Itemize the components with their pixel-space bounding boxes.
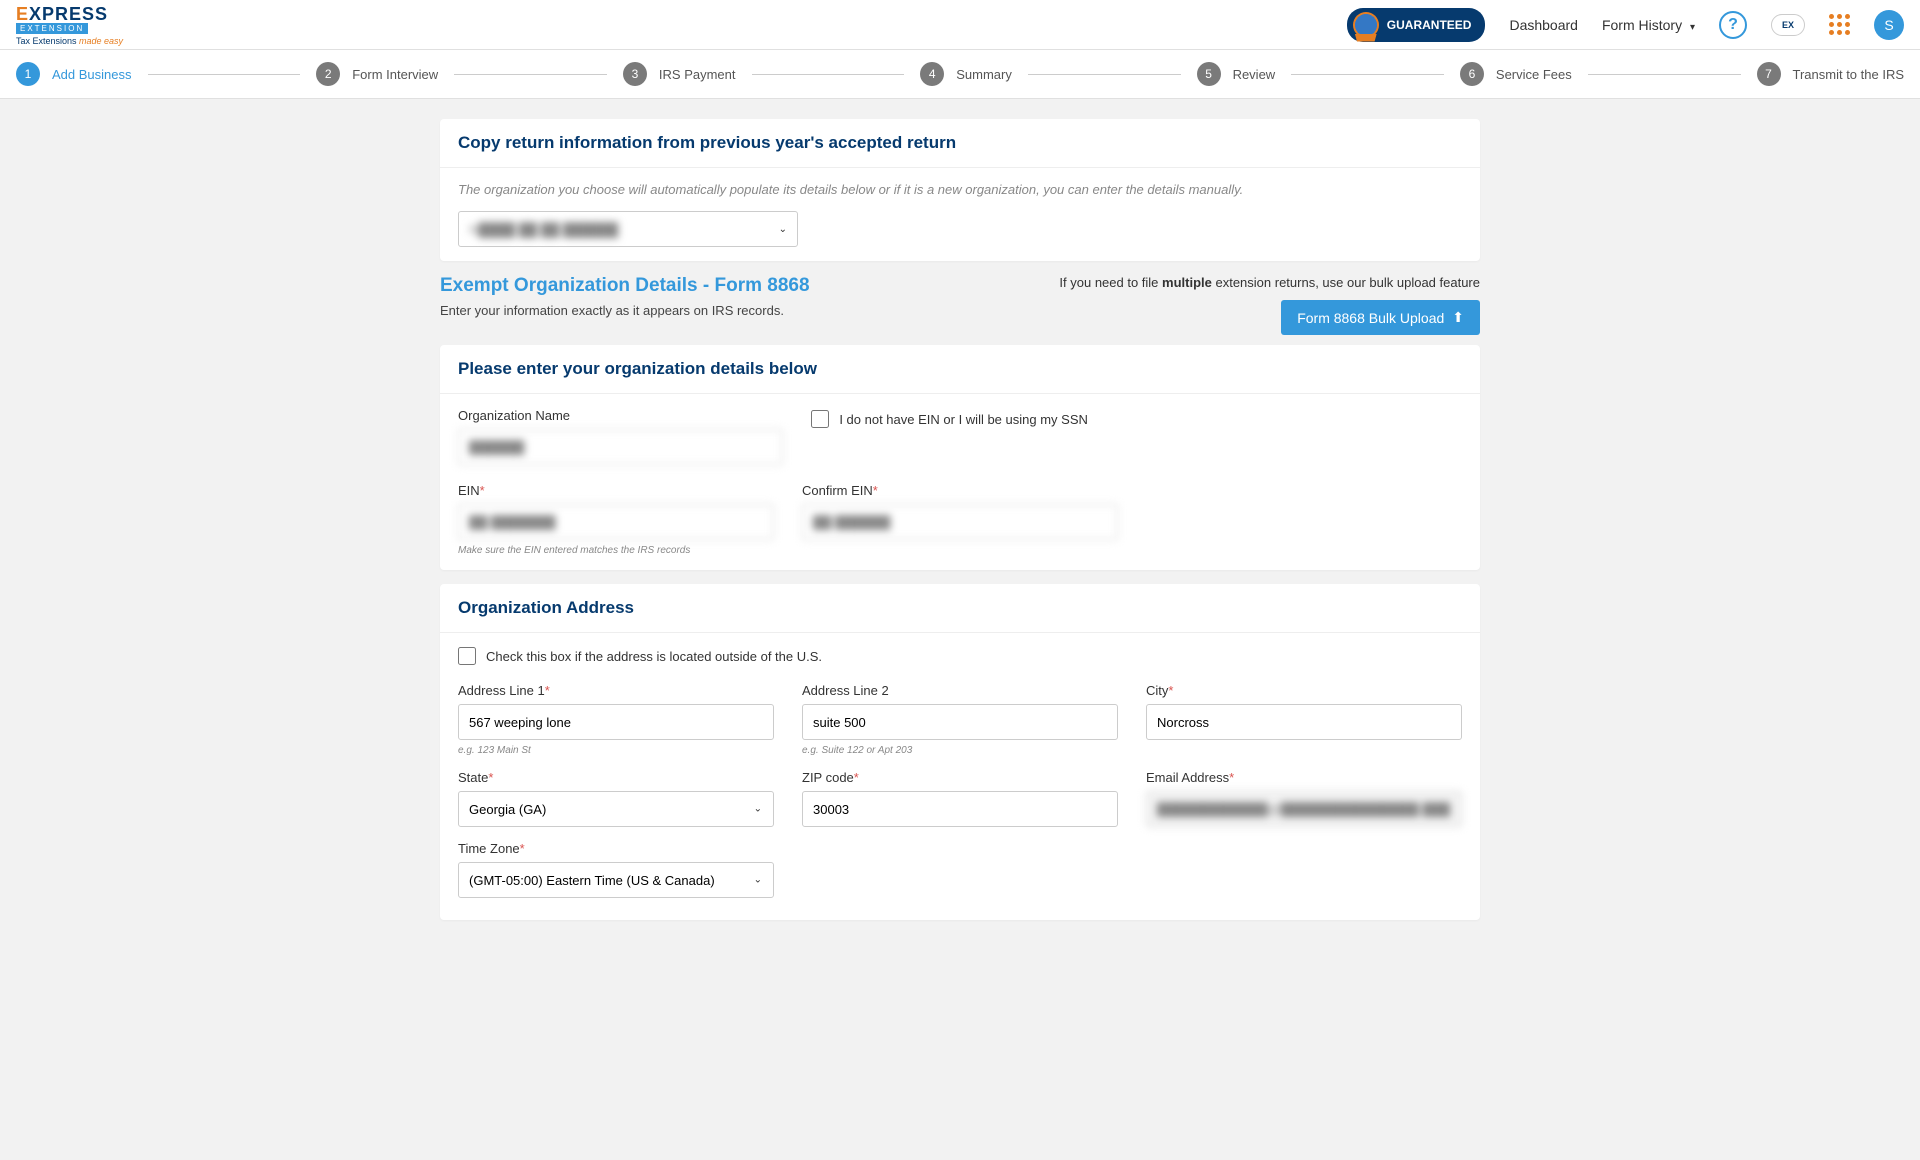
step-summary[interactable]: 4 Summary xyxy=(920,62,1012,86)
city-input[interactable] xyxy=(1146,704,1462,740)
logo[interactable]: EXPRESS EXTENSION Tax Extensions made ea… xyxy=(16,4,123,46)
address-line1-label: Address Line 1* xyxy=(458,683,774,698)
step-label: Service Fees xyxy=(1496,67,1572,82)
step-irs-payment[interactable]: 3 IRS Payment xyxy=(623,62,736,86)
logo-text: EXPRESS xyxy=(16,4,123,25)
step-number: 5 xyxy=(1197,62,1221,86)
step-form-interview[interactable]: 2 Form Interview xyxy=(316,62,438,86)
exempt-section-header: Exempt Organization Details - Form 8868 … xyxy=(440,275,1480,335)
confirm-ein-input[interactable] xyxy=(802,504,1118,540)
org-name-label: Organization Name xyxy=(458,408,783,423)
step-label: Review xyxy=(1233,67,1276,82)
exempt-title: Exempt Organization Details - Form 8868 xyxy=(440,275,810,297)
step-label: Transmit to the IRS xyxy=(1793,67,1905,82)
help-icon[interactable]: ? xyxy=(1719,11,1747,39)
timezone-label: Time Zone* xyxy=(458,841,774,856)
progress-stepper: 1 Add Business 2 Form Interview 3 IRS Payment… xyxy=(0,50,1920,99)
org-details-title: Please enter your organization details b… xyxy=(458,359,1462,379)
step-number: 7 xyxy=(1757,62,1781,86)
address-line2-hint: e.g. Suite 122 or Apt 203 xyxy=(802,745,1118,756)
step-number: 2 xyxy=(316,62,340,86)
bulk-upload-button[interactable]: Form 8868 Bulk Upload ⬆ xyxy=(1281,300,1480,335)
organization-details-card: Please enter your organization details b… xyxy=(440,345,1480,570)
organization-address-card: Organization Address Check this box if t… xyxy=(440,584,1480,920)
step-number: 1 xyxy=(16,62,40,86)
upload-icon: ⬆ xyxy=(1452,309,1464,326)
ex-badge-icon[interactable]: EX xyxy=(1771,14,1805,36)
step-label: Add Business xyxy=(52,67,132,82)
nav-form-history[interactable]: Form History ▾ xyxy=(1602,17,1695,33)
no-ein-checkbox[interactable] xyxy=(811,410,829,428)
top-header: EXPRESS EXTENSION Tax Extensions made ea… xyxy=(0,0,1920,50)
step-add-business[interactable]: 1 Add Business xyxy=(16,62,132,86)
step-transmit-to-the-irs[interactable]: 7 Transmit to the IRS xyxy=(1757,62,1905,86)
step-divider xyxy=(1291,74,1444,75)
chevron-down-icon: ⌄ xyxy=(779,224,787,235)
step-label: Summary xyxy=(956,67,1012,82)
zip-label: ZIP code* xyxy=(802,770,1118,785)
timezone-select[interactable] xyxy=(458,862,774,898)
step-divider xyxy=(1588,74,1741,75)
step-label: Form Interview xyxy=(352,67,438,82)
nav-dashboard[interactable]: Dashboard xyxy=(1509,17,1578,33)
copy-return-title: Copy return information from previous ye… xyxy=(458,133,1462,153)
header-right: GUARANTEED Dashboard Form History ▾ ? EX… xyxy=(1347,8,1904,42)
step-divider xyxy=(148,74,301,75)
address-line2-label: Address Line 2 xyxy=(802,683,1118,698)
bulk-upload-note: If you need to file multiple extension r… xyxy=(1059,275,1480,290)
guaranteed-badge[interactable]: GUARANTEED xyxy=(1347,8,1486,42)
user-avatar[interactable]: S xyxy=(1874,10,1904,40)
logo-extension-badge: EXTENSION xyxy=(16,23,88,34)
step-divider xyxy=(454,74,607,75)
city-label: City* xyxy=(1146,683,1462,698)
step-number: 4 xyxy=(920,62,944,86)
step-number: 3 xyxy=(623,62,647,86)
state-label: State* xyxy=(458,770,774,785)
address-line1-hint: e.g. 123 Main St xyxy=(458,745,774,756)
ein-input[interactable] xyxy=(458,504,774,540)
email-input[interactable] xyxy=(1146,791,1462,827)
email-label: Email Address* xyxy=(1146,770,1462,785)
org-name-input[interactable] xyxy=(458,429,783,465)
exempt-subtitle: Enter your information exactly as it app… xyxy=(440,303,810,318)
zip-input[interactable] xyxy=(802,791,1118,827)
outside-us-checkbox[interactable] xyxy=(458,647,476,665)
state-select[interactable] xyxy=(458,791,774,827)
step-divider xyxy=(752,74,905,75)
step-service-fees[interactable]: 6 Service Fees xyxy=(1460,62,1572,86)
previous-return-select[interactable]: N████ ██ ██ ██████ ⌄ xyxy=(458,211,798,247)
seal-icon xyxy=(1353,12,1379,38)
step-number: 6 xyxy=(1460,62,1484,86)
guaranteed-text: GUARANTEED xyxy=(1387,18,1472,32)
apps-grid-icon[interactable] xyxy=(1829,14,1850,35)
address-line1-input[interactable] xyxy=(458,704,774,740)
copy-return-card: Copy return information from previous ye… xyxy=(440,119,1480,261)
ein-label: EIN* xyxy=(458,483,774,498)
confirm-ein-label: Confirm EIN* xyxy=(802,483,1118,498)
chevron-down-icon: ▾ xyxy=(1690,22,1695,33)
step-divider xyxy=(1028,74,1181,75)
address-title: Organization Address xyxy=(458,598,1462,618)
address-line2-input[interactable] xyxy=(802,704,1118,740)
step-review[interactable]: 5 Review xyxy=(1197,62,1276,86)
logo-tagline: Tax Extensions made easy xyxy=(16,36,123,46)
no-ein-label: I do not have EIN or I will be using my … xyxy=(839,412,1088,427)
step-label: IRS Payment xyxy=(659,67,736,82)
ein-hint: Make sure the EIN entered matches the IR… xyxy=(458,545,774,556)
outside-us-label: Check this box if the address is located… xyxy=(486,649,822,664)
copy-return-helper: The organization you choose will automat… xyxy=(458,182,1462,197)
